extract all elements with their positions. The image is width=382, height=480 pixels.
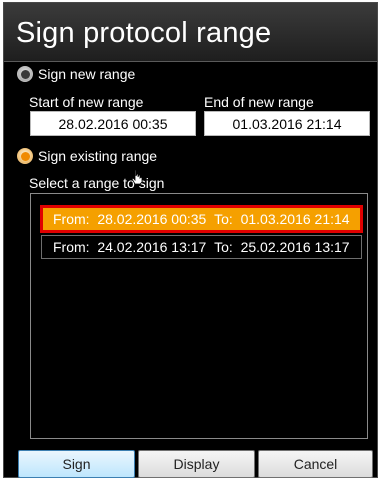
to-value: 01.03.2016 21:14 [240, 211, 350, 227]
start-of-range-label: Start of new range [29, 94, 144, 110]
from-label: From: [53, 239, 90, 255]
to-label: To: [214, 239, 233, 255]
from-value: 24.02.2016 13:17 [97, 239, 207, 255]
sign-existing-range-label: Sign existing range [38, 148, 158, 164]
range-list-item-selected[interactable]: From: 28.02.2016 00:35 To: 01.03.2016 21… [40, 205, 363, 233]
display-button[interactable]: Display [138, 450, 255, 478]
sign-new-range-option[interactable]: Sign new range [17, 66, 135, 82]
sign-new-range-label: Sign new range [38, 66, 136, 82]
sign-existing-range-option[interactable]: Sign existing range [17, 148, 157, 164]
range-list-item[interactable]: From: 24.02.2016 13:17 To: 25.02.2016 13… [41, 235, 362, 259]
sign-protocol-range-dialog: Sign protocol range Sign new range Start… [3, 2, 378, 478]
start-of-range-field[interactable]: 28.02.2016 00:35 [30, 111, 196, 136]
range-list[interactable]: From: 28.02.2016 00:35 To: 01.03.2016 21… [30, 193, 368, 439]
title-bar: Sign protocol range [4, 3, 377, 62]
sign-new-range-radio[interactable] [17, 66, 33, 82]
from-label: From: [53, 211, 90, 227]
to-value: 25.02.2016 13:17 [240, 239, 350, 255]
sign-existing-range-radio[interactable] [17, 148, 33, 164]
end-of-range-field[interactable]: 01.03.2016 21:14 [204, 111, 370, 136]
hand-cursor-icon [131, 169, 143, 185]
from-value: 28.02.2016 00:35 [97, 211, 207, 227]
dialog-title: Sign protocol range [16, 17, 272, 49]
end-of-range-label: End of new range [204, 94, 314, 110]
to-label: To: [214, 211, 233, 227]
cancel-button[interactable]: Cancel [258, 450, 373, 478]
select-range-label: Select a range to sign [29, 175, 165, 191]
sign-button[interactable]: Sign [18, 450, 135, 478]
